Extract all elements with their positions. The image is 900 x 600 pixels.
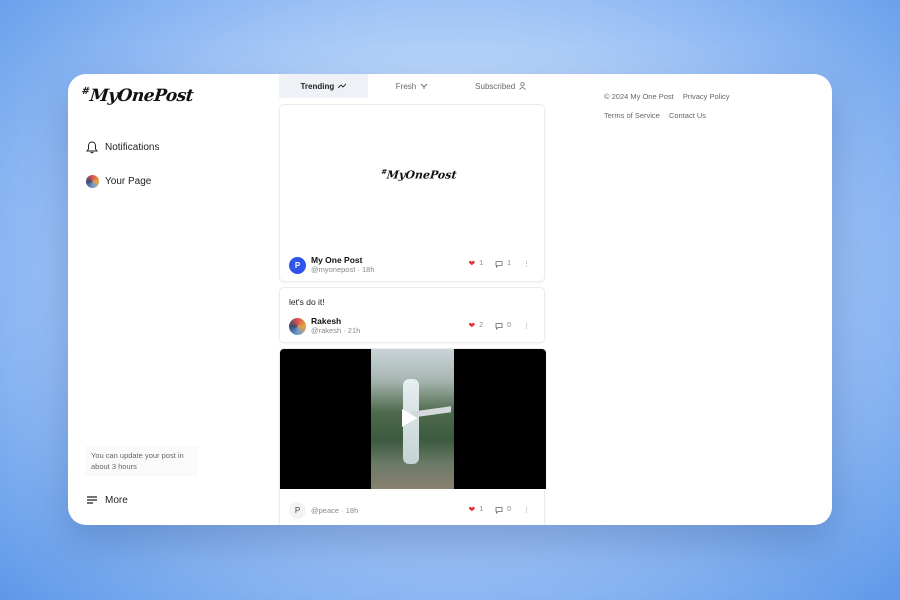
- logo-text: MyOnePost: [386, 168, 458, 182]
- post-actions: ❤ 2 0 ⋮: [468, 321, 530, 330]
- logo-text: MyOnePost: [88, 86, 195, 106]
- tab-fresh[interactable]: Fresh: [368, 74, 457, 98]
- author-handle: @myonepost: [311, 265, 356, 274]
- feed-tabs: Trending Fresh Subscribed: [279, 74, 545, 98]
- avatar: P: [289, 256, 306, 274]
- trending-icon: [338, 83, 347, 89]
- person-icon: [519, 82, 526, 90]
- post-time: 21h: [347, 326, 361, 335]
- privacy-policy-link[interactable]: Privacy Policy: [683, 92, 730, 101]
- post-time: 18h: [345, 505, 359, 515]
- comment-icon[interactable]: [495, 506, 503, 514]
- like-count: 2: [479, 322, 484, 329]
- tab-label: Subscribed: [475, 81, 516, 91]
- sidebar-item-notifications[interactable]: Notifications: [85, 140, 159, 154]
- more-label: More: [105, 494, 128, 506]
- post-author[interactable]: Rakesh @rakesh · 21h: [289, 316, 360, 336]
- avatar: [85, 174, 99, 188]
- heart-icon[interactable]: ❤: [468, 505, 475, 514]
- tab-label: Trending: [300, 81, 335, 91]
- tab-subscribed[interactable]: Subscribed: [456, 74, 545, 98]
- author-handle: @rakesh: [311, 326, 342, 335]
- sidebar: #MyOnePost Notifications Your Page You c…: [68, 74, 208, 525]
- footer-links: © 2024 My One Post Privacy Policy Terms …: [604, 87, 737, 125]
- kebab-menu-icon[interactable]: ⋮: [523, 260, 530, 268]
- post-time: 18h: [361, 265, 375, 274]
- comment-icon[interactable]: [495, 322, 503, 330]
- comment-count: 1: [507, 260, 511, 267]
- comment-count: 0: [507, 322, 511, 329]
- tab-label: Fresh: [395, 81, 417, 91]
- post-author[interactable]: P @peace · 18h: [289, 502, 358, 519]
- feed: Trending Fresh Subscribed #MyOnePost P M…: [279, 74, 546, 525]
- kebab-menu-icon[interactable]: ⋮: [523, 322, 530, 330]
- post-text: let's do it!: [289, 297, 325, 307]
- comment-icon[interactable]: [495, 260, 503, 268]
- post-card[interactable]: P @peace · 18h ❤ 1 0 ⋮: [279, 348, 546, 525]
- post-card[interactable]: let's do it! Rakesh @rakesh · 21h ❤ 2 0 …: [279, 287, 545, 343]
- sparkle-icon: [420, 83, 428, 89]
- avatar: P: [289, 502, 306, 519]
- post-actions: ❤ 1 0 ⋮: [468, 505, 530, 514]
- terms-link[interactable]: Terms of Service: [604, 111, 660, 120]
- comment-count: 0: [507, 506, 511, 513]
- menu-icon: [85, 493, 99, 507]
- copyright-text: © 2024 My One Post: [604, 92, 674, 101]
- author-name: My One Post: [311, 255, 363, 265]
- author-handle: @peace: [311, 505, 340, 515]
- like-count: 1: [479, 506, 484, 513]
- heart-icon[interactable]: ❤: [468, 259, 475, 268]
- bell-icon: [85, 140, 99, 154]
- kebab-menu-icon[interactable]: ⋮: [523, 506, 530, 514]
- post-card[interactable]: #MyOnePost P My One Post @myonepost · 18…: [279, 104, 545, 282]
- author-name: Rakesh: [311, 316, 342, 326]
- like-count: 1: [479, 260, 484, 267]
- update-note: You can update your post in about 3 hour…: [85, 446, 198, 476]
- play-icon[interactable]: [402, 409, 417, 427]
- sidebar-item-label: Notifications: [105, 141, 160, 153]
- sidebar-item-label: Your Page: [105, 175, 152, 187]
- post-actions: ❤ 1 1 ⋮: [468, 259, 530, 268]
- post-image-logo: #MyOnePost: [380, 167, 457, 182]
- avatar: [289, 317, 306, 335]
- sidebar-item-your-page[interactable]: Your Page: [85, 174, 151, 188]
- tab-trending[interactable]: Trending: [279, 74, 368, 98]
- contact-link[interactable]: Contact Us: [669, 111, 706, 120]
- logo[interactable]: #MyOnePost: [80, 86, 194, 106]
- more-button[interactable]: More: [85, 493, 128, 507]
- video-player[interactable]: [280, 349, 546, 489]
- heart-icon[interactable]: ❤: [468, 321, 475, 330]
- post-author[interactable]: P My One Post @myonepost · 18h: [289, 255, 375, 275]
- app-window: #MyOnePost Notifications Your Page You c…: [68, 74, 832, 525]
- logo-hash: #: [80, 86, 90, 98]
